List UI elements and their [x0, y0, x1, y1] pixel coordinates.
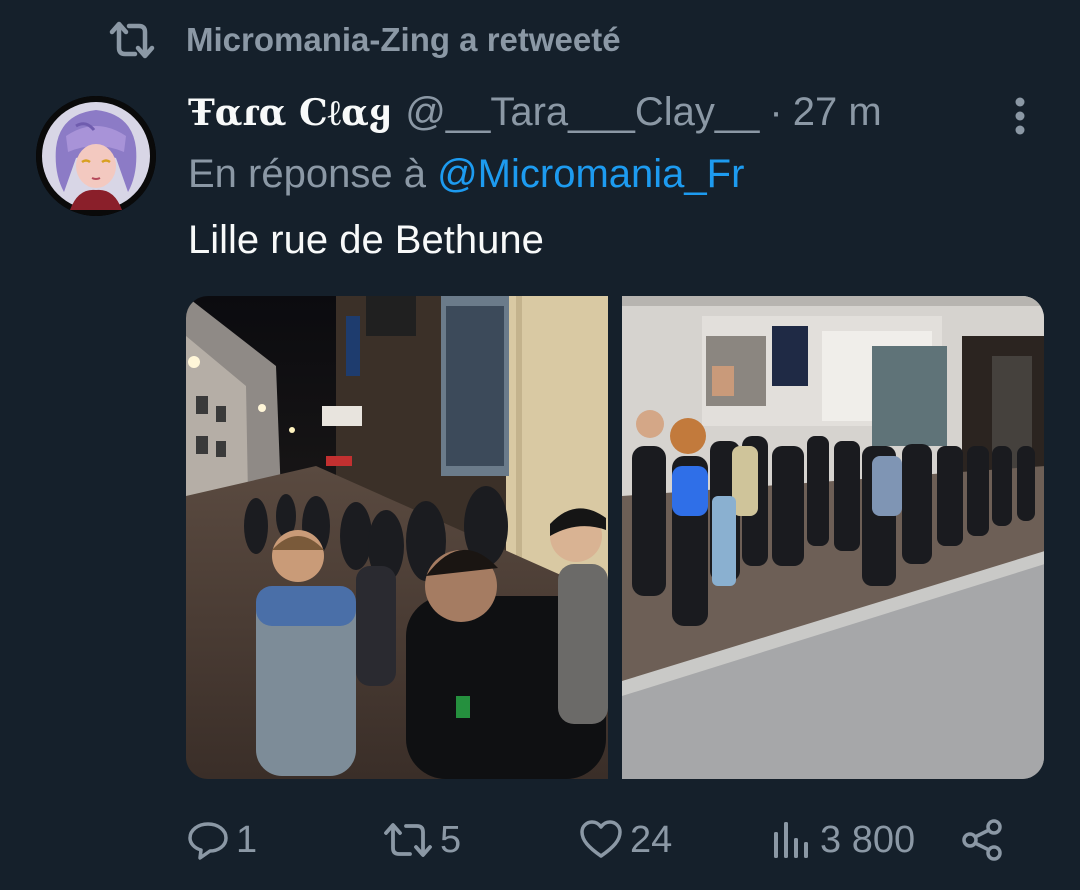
share-button[interactable] [960, 812, 1012, 868]
media-photo-1[interactable] [186, 296, 609, 779]
share-icon [962, 819, 1002, 861]
retweet-icon [384, 823, 432, 857]
retweet-icon [109, 21, 155, 59]
retweet-context: Micromania-Zing a retweeté [108, 18, 621, 62]
avatar[interactable] [36, 96, 156, 216]
author-handle[interactable]: @__Tara___Clay__ [405, 90, 759, 135]
tweet-actions: 1 5 24 3 800 [186, 812, 1016, 868]
views-count: 3 800 [820, 818, 916, 861]
author-display-name[interactable]: Ŧαɾα Cℓαყ [188, 92, 391, 134]
media-grid [186, 296, 1044, 779]
reply-prefix: En réponse à [188, 152, 426, 196]
tweet-timestamp[interactable]: 27 m [793, 90, 882, 135]
more-options-icon[interactable] [1000, 94, 1040, 138]
reply-context: En réponse à @Micromania_Fr [188, 152, 1048, 208]
reply-button[interactable]: 1 [186, 812, 257, 868]
views-chart-icon [774, 822, 808, 858]
tweet-body: Ŧαɾα Cℓαყ @__Tara___Clay__ · 27 m En rép… [188, 90, 1048, 274]
header-separator: · [769, 90, 783, 134]
retweet-count: 5 [440, 818, 462, 861]
reply-mention-link[interactable]: @Micromania_Fr [437, 152, 744, 196]
media-photo-2[interactable] [621, 296, 1044, 779]
retweet-button[interactable]: 5 [382, 812, 461, 868]
heart-icon [580, 820, 622, 858]
like-count: 24 [630, 818, 673, 861]
tweet-text: Lille rue de Bethune [188, 218, 544, 262]
retweet-context-text[interactable]: Micromania-Zing a retweeté [186, 21, 621, 59]
reply-count: 1 [236, 818, 258, 861]
views-button[interactable]: 3 800 [770, 812, 915, 868]
reply-icon [188, 822, 228, 860]
tweet-card[interactable]: Micromania-Zing a retweeté Ŧαɾα Cℓαყ @__… [0, 0, 1080, 890]
like-button[interactable]: 24 [578, 812, 672, 868]
tweet-header: Ŧαɾα Cℓαყ @__Tara___Clay__ · 27 m [188, 90, 1048, 148]
